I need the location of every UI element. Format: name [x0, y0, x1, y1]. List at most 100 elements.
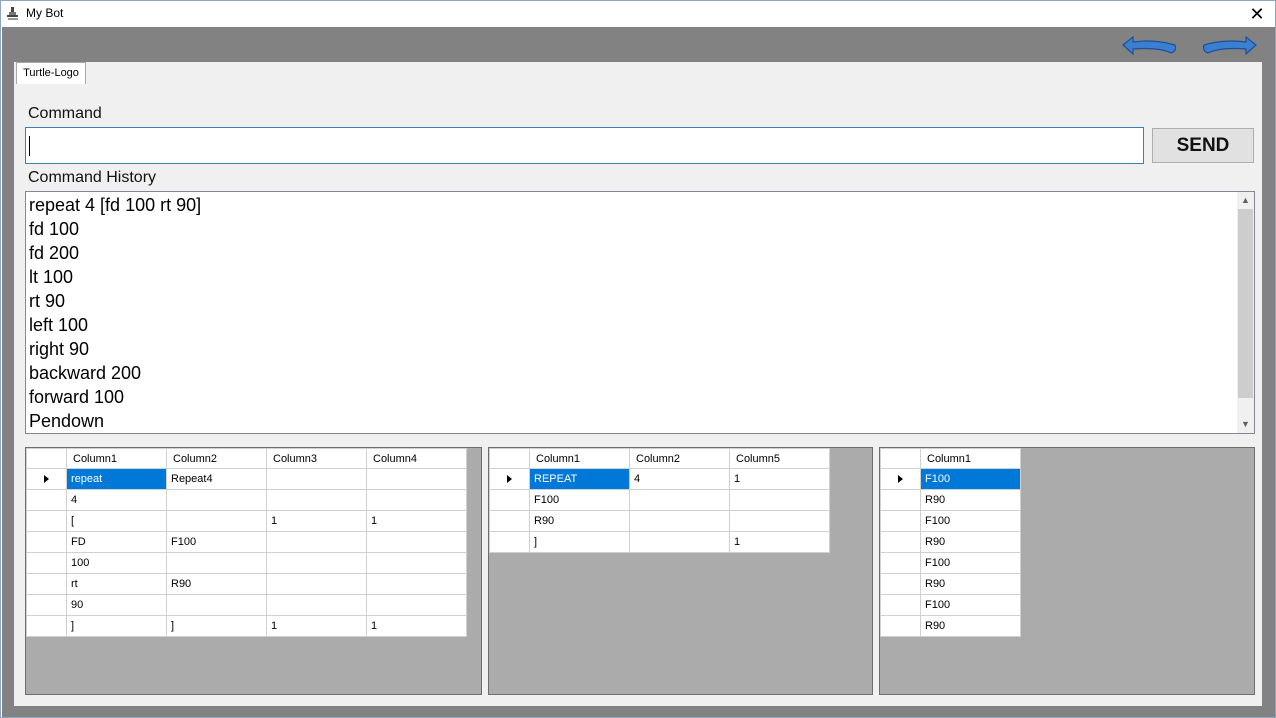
column-header[interactable]: Column1: [529, 448, 630, 469]
history-item[interactable]: repeat 4 [fd 100 rt 90]: [29, 193, 201, 217]
row-header-cell[interactable]: [489, 489, 530, 511]
table-row[interactable]: R90: [489, 510, 830, 532]
table-cell[interactable]: F100: [529, 489, 630, 511]
corner-header-cell[interactable]: [489, 448, 530, 469]
table-cell[interactable]: 4: [66, 489, 167, 511]
table-cell[interactable]: F100: [920, 552, 1021, 574]
table-row[interactable]: 90: [26, 594, 467, 616]
table-cell[interactable]: [266, 573, 367, 595]
table-cell[interactable]: ]: [529, 531, 630, 553]
row-header-cell[interactable]: [26, 531, 67, 553]
table-cell[interactable]: [266, 531, 367, 553]
table-row[interactable]: R90: [880, 615, 1021, 637]
table-cell[interactable]: FD: [66, 531, 167, 553]
table-cell[interactable]: [366, 489, 467, 511]
parsed-grid[interactable]: Column1 Column2 Column5 REPEAT 4 1 F100 R90] 1: [488, 447, 873, 695]
table-row[interactable]: ]] 1 1: [26, 615, 467, 637]
table-row[interactable]: REPEAT 4 1: [489, 468, 830, 490]
table-cell[interactable]: [266, 552, 367, 574]
table-cell[interactable]: repeat: [66, 468, 167, 490]
row-header-cell[interactable]: [880, 468, 921, 490]
table-cell[interactable]: [729, 510, 830, 532]
table-cell[interactable]: [366, 468, 467, 490]
history-item[interactable]: lt 100: [29, 265, 73, 289]
history-item[interactable]: backward 200: [29, 361, 141, 385]
scroll-up-icon[interactable]: ▲: [1237, 192, 1254, 209]
table-row[interactable]: R90: [880, 531, 1021, 553]
column-header[interactable]: Column4: [366, 448, 467, 469]
command-input[interactable]: [25, 127, 1144, 164]
history-item[interactable]: left 100: [29, 313, 88, 337]
row-header-cell[interactable]: [880, 594, 921, 616]
row-header-cell[interactable]: [489, 468, 530, 490]
table-cell[interactable]: 90: [66, 594, 167, 616]
row-header-cell[interactable]: [26, 552, 67, 574]
table-cell[interactable]: [729, 489, 830, 511]
scroll-thumb[interactable]: [1238, 209, 1253, 398]
table-cell[interactable]: R90: [920, 615, 1021, 637]
row-header-cell[interactable]: [880, 531, 921, 553]
table-cell[interactable]: [366, 573, 467, 595]
table-cell[interactable]: 1: [729, 531, 830, 553]
table-cell[interactable]: [166, 552, 267, 574]
table-cell[interactable]: F100: [920, 594, 1021, 616]
table-cell[interactable]: R90: [920, 531, 1021, 553]
table-cell[interactable]: 1: [366, 615, 467, 637]
table-cell[interactable]: Repeat4: [166, 468, 267, 490]
column-header[interactable]: Column2: [629, 448, 730, 469]
table-row[interactable]: ] 1: [489, 531, 830, 553]
table-cell[interactable]: R90: [529, 510, 630, 532]
table-row[interactable]: F100: [880, 594, 1021, 616]
column-header[interactable]: Column1: [66, 448, 167, 469]
table-cell[interactable]: [629, 489, 730, 511]
row-header-cell[interactable]: [880, 510, 921, 532]
table-cell[interactable]: [166, 594, 267, 616]
row-header-cell[interactable]: [880, 552, 921, 574]
row-header-cell[interactable]: [26, 510, 67, 532]
expanded-grid[interactable]: Column1 F100 R90 F100 R90 F100 R90 F100 R90: [879, 447, 1255, 695]
table-cell[interactable]: 1: [366, 510, 467, 532]
table-cell[interactable]: [629, 510, 730, 532]
table-cell[interactable]: F100: [166, 531, 267, 553]
column-header[interactable]: Column1: [920, 448, 1021, 469]
table-cell[interactable]: R90: [166, 573, 267, 595]
table-cell[interactable]: 1: [266, 615, 367, 637]
history-item[interactable]: right 90: [29, 337, 89, 361]
table-row[interactable]: F100: [489, 489, 830, 511]
table-cell[interactable]: [166, 510, 267, 532]
send-button[interactable]: SEND: [1152, 128, 1254, 163]
scroll-down-icon[interactable]: ▼: [1237, 416, 1254, 433]
row-header-cell[interactable]: [880, 573, 921, 595]
history-item[interactable]: rt 90: [29, 289, 65, 313]
table-row[interactable]: FD F100: [26, 531, 467, 553]
table-cell[interactable]: [266, 489, 367, 511]
undo-arrow-icon[interactable]: [1119, 33, 1181, 57]
corner-header-cell[interactable]: [26, 448, 67, 469]
table-row[interactable]: [1 1: [26, 510, 467, 532]
table-row[interactable]: 4: [26, 489, 467, 511]
tab-turtle-logo[interactable]: Turtle-Logo: [16, 62, 86, 84]
table-row[interactable]: F100: [880, 510, 1021, 532]
table-cell[interactable]: [366, 531, 467, 553]
table-cell[interactable]: [266, 594, 367, 616]
row-header-cell[interactable]: [26, 468, 67, 490]
table-cell[interactable]: F100: [920, 468, 1021, 490]
row-header-cell[interactable]: [26, 615, 67, 637]
table-cell[interactable]: [166, 489, 267, 511]
table-row[interactable]: F100: [880, 468, 1021, 490]
column-header[interactable]: Column2: [166, 448, 267, 469]
table-row[interactable]: 100: [26, 552, 467, 574]
table-cell[interactable]: [629, 531, 730, 553]
title-bar[interactable]: My Bot ✕: [1, 1, 1275, 27]
row-header-cell[interactable]: [489, 510, 530, 532]
column-header[interactable]: Column3: [266, 448, 367, 469]
close-button[interactable]: ✕: [1245, 3, 1269, 25]
table-row[interactable]: F100: [880, 552, 1021, 574]
table-cell[interactable]: F100: [920, 510, 1021, 532]
row-header-cell[interactable]: [489, 531, 530, 553]
tokens-grid[interactable]: Column1 Column2 Column3 Column4 repeat Repeat…: [25, 447, 482, 695]
corner-header-cell[interactable]: [880, 448, 921, 469]
history-item[interactable]: forward 100: [29, 385, 124, 409]
table-row[interactable]: rt R90: [26, 573, 467, 595]
row-header-cell[interactable]: [880, 489, 921, 511]
